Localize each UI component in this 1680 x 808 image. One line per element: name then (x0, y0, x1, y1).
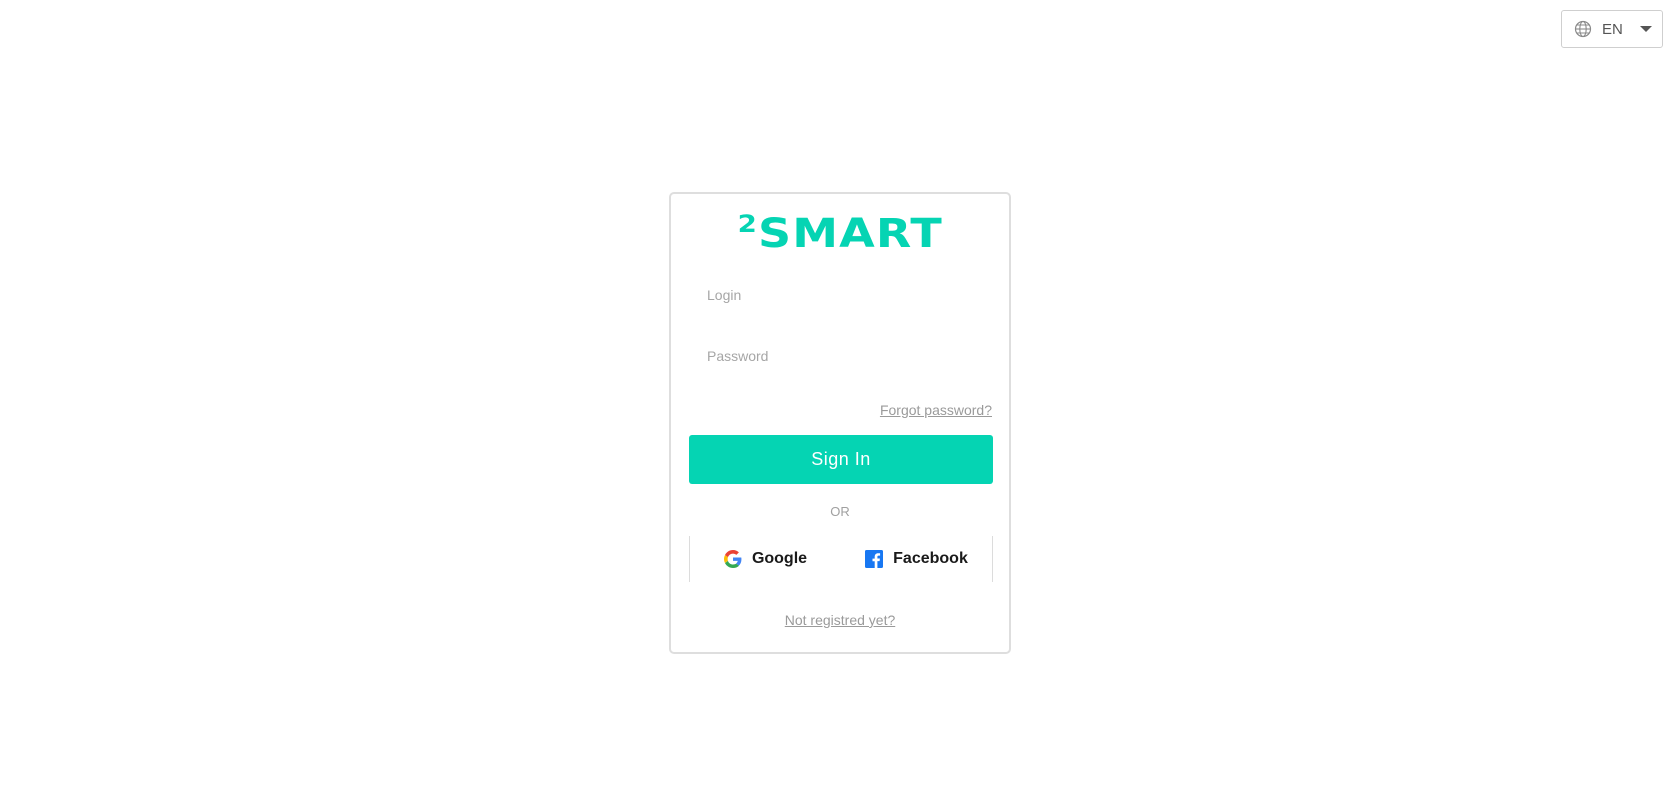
logo-text: 2SMART (737, 211, 943, 257)
register-row: Not registred yet? (671, 612, 1009, 628)
or-divider-label: OR (830, 504, 850, 519)
google-login-label: Google (751, 550, 808, 567)
password-input[interactable] (707, 339, 975, 373)
forgot-password-link[interactable]: Forgot password? (880, 402, 992, 418)
login-input[interactable] (707, 278, 975, 312)
globe-icon (1574, 20, 1592, 38)
google-icon (723, 550, 742, 568)
login-card: 2SMART Forgot password? Sign In OR Googl… (669, 192, 1011, 654)
logo: 2SMART (671, 211, 1009, 257)
sign-in-button[interactable]: Sign In (689, 435, 993, 484)
language-selector[interactable]: EN (1561, 10, 1663, 48)
logo-superscript: 2 (737, 210, 758, 238)
logo-wordmark: SMART (757, 211, 943, 257)
facebook-icon (865, 550, 884, 568)
chevron-down-icon (1640, 26, 1652, 32)
facebook-login-button[interactable]: Facebook (841, 536, 992, 582)
facebook-login-label: Facebook (893, 550, 968, 567)
register-link[interactable]: Not registred yet? (785, 612, 896, 628)
language-label: EN (1602, 20, 1623, 38)
social-login-row: Google Facebook (689, 536, 993, 582)
google-login-button[interactable]: Google (690, 536, 841, 582)
